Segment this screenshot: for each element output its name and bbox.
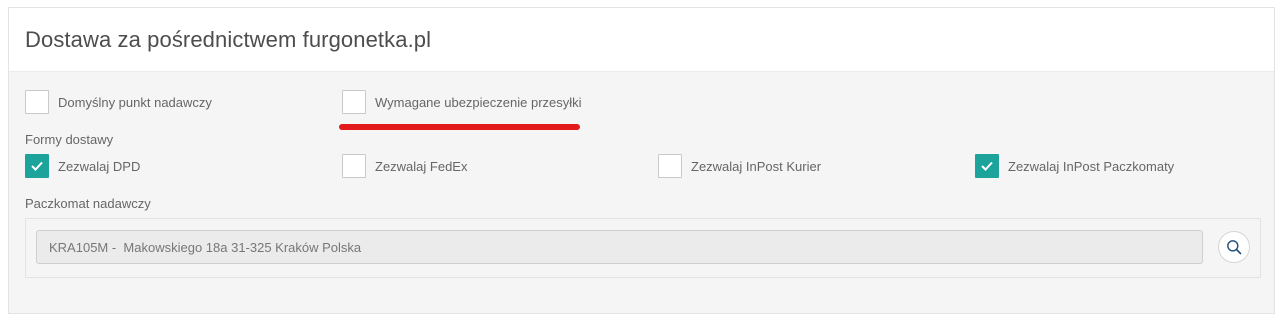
delivery-section-label: Formy dostawy: [25, 132, 114, 147]
locker-section-label: Paczkomat nadawczy: [25, 196, 151, 211]
inpost-paczkomaty-checkbox[interactable]: [975, 154, 999, 178]
inpost-kurier-label: Zezwalaj InPost Kurier: [691, 158, 822, 174]
default-point-option[interactable]: Domyślny punkt nadawczy: [25, 90, 212, 114]
fedex-label: Zezwalaj FedEx: [375, 158, 468, 174]
delivery-panel: Dostawa za pośrednictwem furgonetka.pl D…: [8, 7, 1275, 314]
check-icon: [31, 161, 43, 171]
locker-search-button[interactable]: [1218, 231, 1250, 263]
dpd-checkbox[interactable]: [25, 154, 49, 178]
insurance-label: Wymagane ubezpieczenie przesyłki: [375, 94, 582, 110]
check-icon: [981, 161, 993, 171]
panel-title: Dostawa za pośrednictwem furgonetka.pl: [25, 26, 432, 52]
insurance-checkbox[interactable]: [342, 90, 366, 114]
red-annotation-underline: [339, 124, 580, 130]
fedex-checkbox[interactable]: [342, 154, 366, 178]
delivery-option-dpd[interactable]: Zezwalaj DPD: [25, 154, 140, 178]
delivery-option-inpost-kurier[interactable]: Zezwalaj InPost Kurier: [658, 154, 821, 178]
inpost-paczkomaty-label: Zezwalaj InPost Paczkomaty: [1008, 158, 1175, 174]
delivery-option-fedex[interactable]: Zezwalaj FedEx: [342, 154, 467, 178]
locker-field-group: [25, 218, 1261, 278]
inpost-kurier-checkbox[interactable]: [658, 154, 682, 178]
locker-input[interactable]: [36, 230, 1203, 264]
insurance-option[interactable]: Wymagane ubezpieczenie przesyłki: [342, 90, 582, 114]
dpd-label: Zezwalaj DPD: [58, 158, 141, 174]
default-point-label: Domyślny punkt nadawczy: [58, 94, 212, 110]
search-icon: [1227, 240, 1242, 255]
default-point-checkbox[interactable]: [25, 90, 49, 114]
panel-header: Dostawa za pośrednictwem furgonetka.pl: [9, 8, 1274, 72]
delivery-option-inpost-paczkomaty[interactable]: Zezwalaj InPost Paczkomaty: [975, 154, 1174, 178]
